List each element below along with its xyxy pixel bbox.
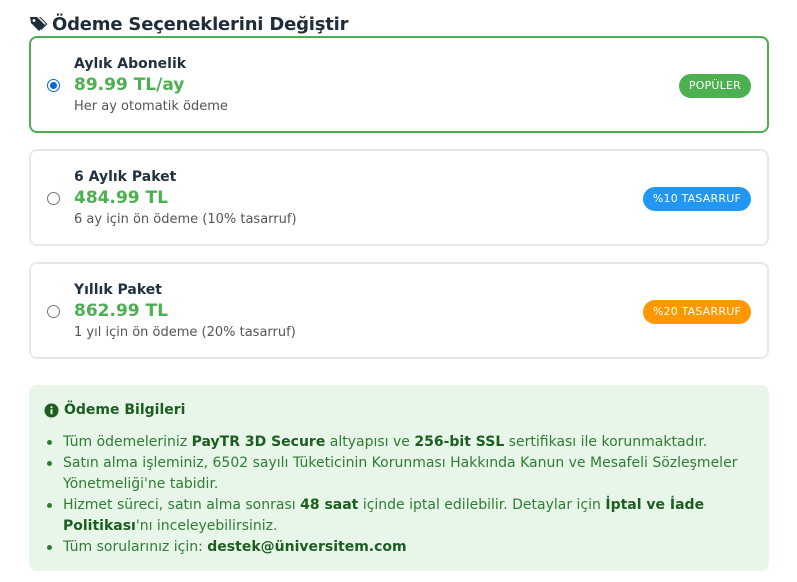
info-title: Ödeme Bilgileri [64,402,186,418]
payment-option-yearly[interactable]: Yıllık Paket 862.99 TL 1 yıl için ön öde… [29,262,769,359]
radio-yearly[interactable] [47,305,60,318]
tags-icon [28,14,48,34]
radio-6-month[interactable] [47,192,60,205]
option-price: 89.99 TL/ay [74,75,185,95]
payment-option-6-month[interactable]: 6 Aylık Paket 484.99 TL 6 ay için ön öde… [29,149,769,246]
radio-monthly[interactable] [47,79,60,92]
payment-option-monthly[interactable]: Aylık Abonelik 89.99 TL/ay Her ay otomat… [29,36,769,133]
payment-info-box: Ödeme Bilgileri Tüm ödemeleriniz PayTR 3… [29,385,769,571]
popular-badge: POPÜLER [678,74,751,98]
list-item: Tüm ödemeleriniz PayTR 3D Secure altyapı… [44,432,749,453]
info-list: Tüm ödemeleriniz PayTR 3D Secure altyapı… [44,432,749,558]
option-name: Aylık Abonelik [74,56,187,72]
list-item: Tüm sorularınız için: destek@üniversitem… [44,537,749,558]
option-price: 484.99 TL [74,188,168,208]
info-header: Ödeme Bilgileri [44,402,185,418]
savings-badge: %10 TASARRUF [642,187,751,211]
list-item: Satın alma işleminiz, 6502 sayılı Tüketi… [44,453,749,495]
info-circle-icon [44,403,59,418]
page-title-row: Ödeme Seçeneklerini Değiştir [28,12,349,36]
option-description: 6 ay için ön ödeme (10% tasarruf) [74,212,297,227]
support-email-link[interactable]: destek@üniversitem.com [207,539,406,555]
option-name: 6 Aylık Paket [74,169,177,185]
option-description: Her ay otomatik ödeme [74,99,228,114]
list-item: Hizmet süreci, satın alma sonrası 48 saa… [44,495,749,537]
savings-badge: %20 TASARRUF [642,300,751,324]
page-title: Ödeme Seçeneklerini Değiştir [52,13,349,35]
option-name: Yıllık Paket [74,282,162,298]
option-description: 1 yıl için ön ödeme (20% tasarruf) [74,325,296,340]
option-price: 862.99 TL [74,301,168,321]
